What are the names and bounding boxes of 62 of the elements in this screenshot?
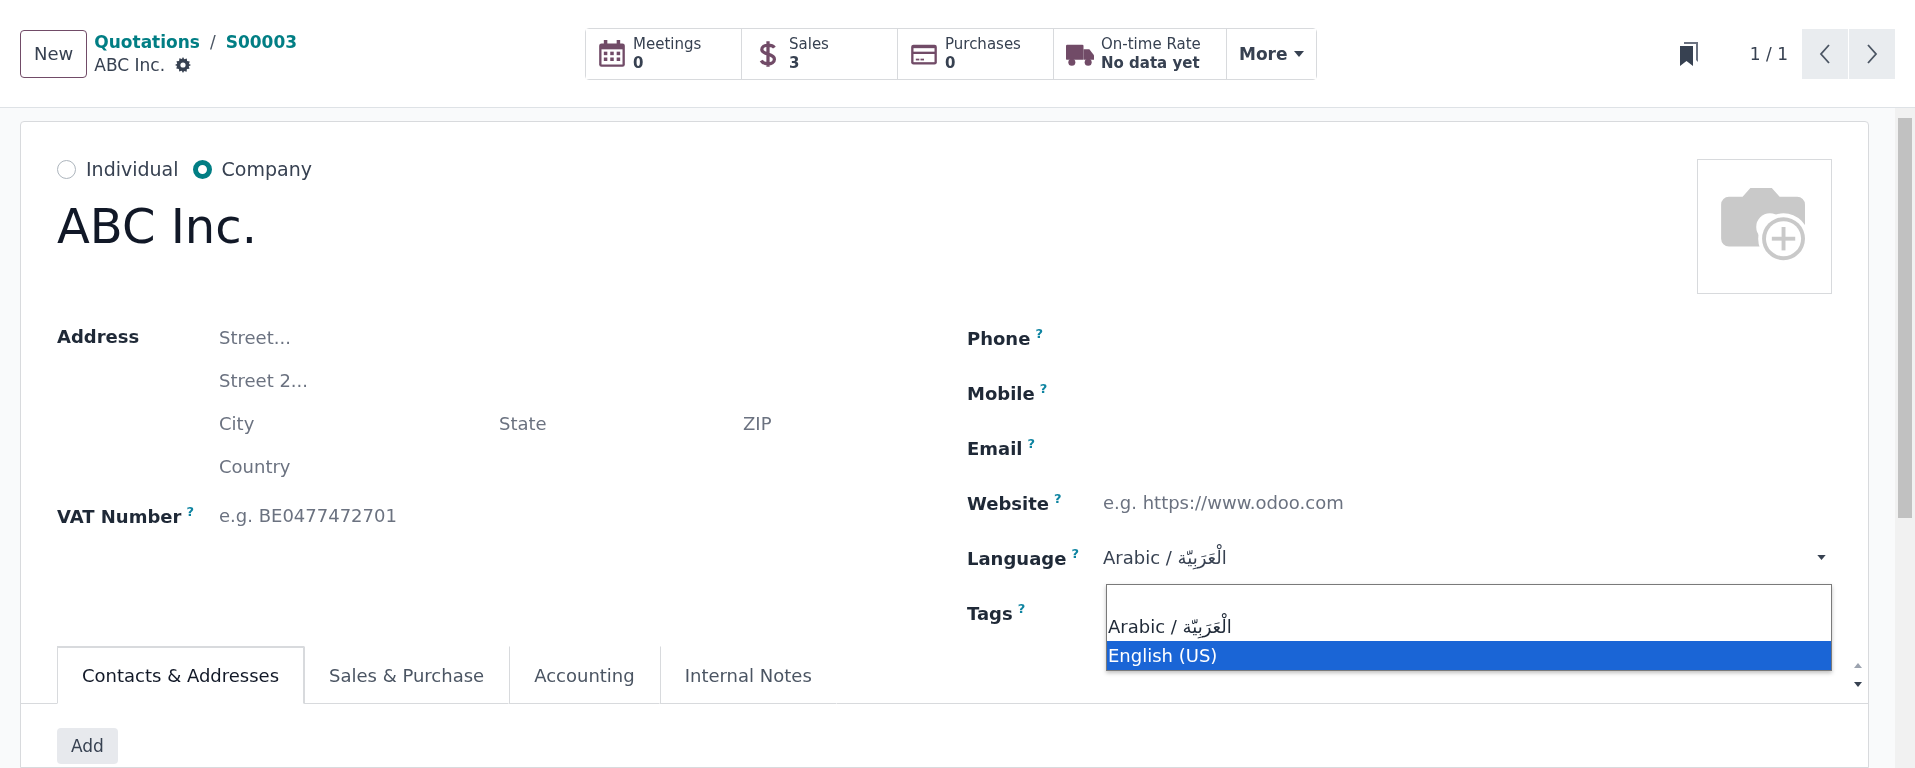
stat-value: 0 <box>633 53 645 73</box>
stat-value: No data yet <box>1101 53 1201 73</box>
input-field[interactable]: Street 2... <box>219 359 843 402</box>
language-select[interactable]: Arabic / الْعَرَبِيّة <box>1103 536 1832 579</box>
input-field[interactable]: City <box>219 402 499 445</box>
pager-value: 1 / 1 <box>1749 43 1788 64</box>
scrollbar[interactable] <box>1895 108 1915 768</box>
settings-icon[interactable] <box>175 57 192 73</box>
tab[interactable]: Internal Notes <box>659 646 837 704</box>
help-tooltip[interactable]: ? <box>1027 436 1036 451</box>
radio-label[interactable]: Individual <box>86 158 179 180</box>
help-tooltip[interactable]: ? <box>186 504 194 519</box>
input-field[interactable]: Street... <box>219 316 843 359</box>
radio-button[interactable] <box>57 159 76 179</box>
field-label: Language <box>967 548 1067 569</box>
input-field[interactable]: Country <box>219 445 843 488</box>
chevron-right-icon <box>1866 43 1878 64</box>
breadcrumb-current: S00003 <box>225 32 298 52</box>
chevron-left-icon <box>1819 43 1831 64</box>
tab[interactable]: Sales & Purchase <box>304 646 510 704</box>
record-name: ABC Inc. <box>94 55 166 75</box>
tab[interactable]: Accounting <box>509 646 660 704</box>
smart-button[interactable]: Meetings 0 <box>586 28 742 79</box>
bookmark-icon[interactable] <box>1677 41 1698 66</box>
breadcrumb-separator: / <box>209 32 216 52</box>
add-button[interactable]: Add <box>57 728 118 764</box>
input-field[interactable]: State <box>499 402 743 445</box>
input-field[interactable]: ZIP <box>743 402 843 445</box>
stat-label: On-time Rate <box>1101 34 1201 54</box>
help-tooltip[interactable]: ? <box>1035 326 1043 341</box>
dropdown-option[interactable]: Arabic / الْعَرَبِيّة <box>1107 612 1831 641</box>
input-field[interactable]: e.g. https://www.odoo.com <box>1103 481 1832 524</box>
dropdown-option[interactable]: English (US) <box>1107 641 1831 670</box>
tab[interactable]: Contacts & Addresses <box>57 646 305 704</box>
caret-icon <box>1817 555 1826 560</box>
company-name: ABC Inc. <box>57 198 258 254</box>
stat-label: Purchases <box>945 34 1021 54</box>
stat-label: Sales <box>789 34 829 54</box>
image-upload[interactable] <box>1697 159 1832 294</box>
next-button[interactable] <box>1849 28 1895 79</box>
stat-value: 0 <box>945 53 957 73</box>
help-tooltip[interactable]: ? <box>1054 491 1062 506</box>
field-label: Mobile <box>967 383 1035 404</box>
help-tooltip[interactable]: ? <box>1039 381 1048 396</box>
breadcrumb-link[interactable]: Quotations <box>94 32 200 52</box>
help-tooltip[interactable]: ? <box>1071 546 1079 561</box>
new-button[interactable]: New <box>20 29 88 78</box>
field-label: Email <box>967 438 1023 459</box>
help-tooltip[interactable]: ? <box>1017 601 1026 616</box>
field-label: Website <box>967 493 1049 514</box>
caret-icon <box>1293 50 1304 57</box>
stat-value: 3 <box>789 53 801 73</box>
radio-button[interactable] <box>192 159 212 179</box>
calendar-icon <box>598 39 626 68</box>
previous-button[interactable] <box>1802 28 1848 79</box>
field-label: VAT Number <box>57 506 182 527</box>
radio-label[interactable]: Company <box>221 158 312 180</box>
field-label: Phone <box>967 328 1031 349</box>
input-field[interactable]: e.g. BE0477472701 <box>219 494 817 537</box>
field-label: Tags <box>967 603 1013 624</box>
field-label: Address <box>57 325 141 347</box>
stat-label: Meetings <box>633 34 702 54</box>
